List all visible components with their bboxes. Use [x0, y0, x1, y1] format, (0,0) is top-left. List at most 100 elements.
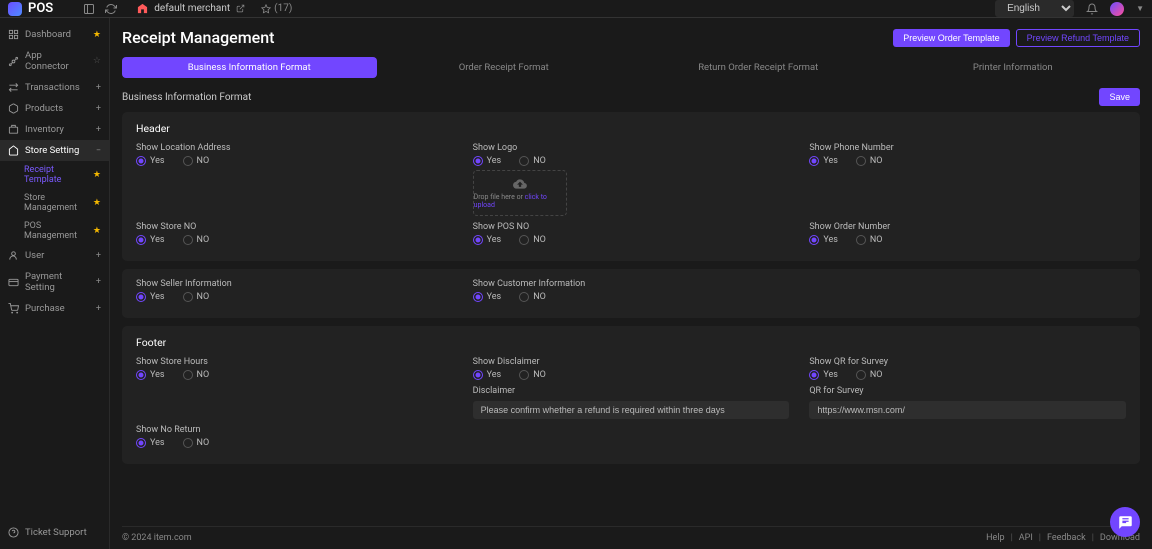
sidebar-item-payment-setting[interactable]: Payment Setting +: [0, 266, 109, 298]
show-qr-label: Show QR for Survey: [809, 357, 1126, 367]
dashboard-icon: [8, 29, 19, 40]
show-location-label: Show Location Address: [136, 143, 453, 153]
expand-icon: +: [96, 304, 101, 314]
expand-icon: +: [96, 277, 101, 287]
show-order-no-yes[interactable]: Yes: [809, 235, 838, 245]
show-customer-no[interactable]: NO: [519, 292, 546, 302]
show-logo-no[interactable]: NO: [519, 156, 546, 166]
save-button[interactable]: Save: [1099, 88, 1140, 106]
info-card: Show Seller Information Yes NO Show Cust…: [122, 269, 1140, 318]
sidebar-item-ticket-support[interactable]: Ticket Support: [0, 522, 109, 543]
connector-icon: [8, 56, 19, 67]
sidebar-toggle-icon[interactable]: [83, 3, 95, 15]
show-store-hours-no[interactable]: NO: [183, 370, 210, 380]
preview-order-button[interactable]: Preview Order Template: [893, 29, 1009, 47]
show-pos-no-yes[interactable]: Yes: [473, 235, 502, 245]
show-phone-yes[interactable]: Yes: [809, 156, 838, 166]
disclaimer-input[interactable]: [473, 401, 790, 419]
show-customer-yes[interactable]: Yes: [473, 292, 502, 302]
home-icon[interactable]: [137, 3, 148, 14]
tab-return-order[interactable]: Return Order Receipt Format: [631, 57, 886, 78]
show-phone-no[interactable]: NO: [856, 156, 883, 166]
star-icon[interactable]: ★: [93, 226, 101, 236]
footer-link-feedback[interactable]: Feedback: [1047, 533, 1086, 543]
tab-printer-info[interactable]: Printer Information: [886, 57, 1141, 78]
show-no-return-label: Show No Return: [136, 425, 453, 435]
footer-link-api[interactable]: API: [1019, 533, 1033, 543]
sidebar-item-purchase[interactable]: Purchase +: [0, 298, 109, 319]
header-card-title: Header: [136, 122, 1126, 135]
refresh-icon[interactable]: [105, 3, 117, 15]
sidebar-item-inventory[interactable]: Inventory +: [0, 119, 109, 140]
favorites-count[interactable]: (17): [261, 3, 292, 14]
sidebar-item-store-management[interactable]: Store Management ★: [0, 189, 109, 217]
expand-icon: +: [96, 125, 101, 135]
logo-text: POS: [28, 1, 53, 16]
show-store-hours-yes[interactable]: Yes: [136, 370, 165, 380]
show-logo-label: Show Logo: [473, 143, 790, 153]
show-order-no-no[interactable]: NO: [856, 235, 883, 245]
show-seller-no[interactable]: NO: [183, 292, 210, 302]
sidebar-item-user[interactable]: User +: [0, 245, 109, 266]
logo-upload[interactable]: Drop file here or click to upload: [473, 170, 567, 216]
sidebar-item-dashboard[interactable]: Dashboard ★: [0, 24, 109, 45]
sidebar-item-pos-management[interactable]: POS Management ★: [0, 217, 109, 245]
qr-input-label: QR for Survey: [809, 386, 1126, 396]
preview-refund-button[interactable]: Preview Refund Template: [1016, 29, 1140, 47]
show-disclaimer-yes[interactable]: Yes: [473, 370, 502, 380]
show-qr-no[interactable]: NO: [856, 370, 883, 380]
expand-icon: +: [96, 83, 101, 93]
show-location-no[interactable]: NO: [183, 156, 210, 166]
expand-icon: +: [96, 251, 101, 261]
tab-order-receipt[interactable]: Order Receipt Format: [377, 57, 632, 78]
collapse-icon: −: [96, 146, 101, 156]
footer-card-title: Footer: [136, 336, 1126, 349]
qr-input[interactable]: [809, 401, 1126, 419]
show-logo-yes[interactable]: Yes: [473, 156, 502, 166]
purchase-icon: [8, 303, 19, 314]
products-icon: [8, 103, 19, 114]
header-card: Header Show Location Address Yes NO Show…: [122, 112, 1140, 261]
page-title-row: Receipt Management Preview Order Templat…: [122, 28, 1140, 47]
show-store-no-yes[interactable]: Yes: [136, 235, 165, 245]
transactions-icon: [8, 82, 19, 93]
chat-fab[interactable]: [1110, 507, 1140, 537]
logo-icon: [8, 2, 22, 16]
external-link-icon[interactable]: [236, 4, 245, 13]
star-icon[interactable]: ☆: [93, 56, 101, 66]
star-icon[interactable]: ★: [93, 30, 101, 40]
show-qr-yes[interactable]: Yes: [809, 370, 838, 380]
expand-icon: +: [96, 104, 101, 114]
user-icon: [8, 250, 19, 261]
show-customer-label: Show Customer Information: [473, 279, 790, 289]
avatar[interactable]: [1110, 2, 1124, 16]
user-menu-chevron[interactable]: ▼: [1136, 4, 1144, 13]
copyright: © 2024 item.com: [122, 533, 192, 543]
show-pos-no-no[interactable]: NO: [519, 235, 546, 245]
tab-business-info[interactable]: Business Information Format: [122, 57, 377, 78]
star-icon[interactable]: ★: [93, 198, 101, 208]
main-content: Receipt Management Preview Order Templat…: [110, 18, 1152, 549]
show-no-return-no[interactable]: NO: [183, 438, 210, 448]
sidebar-item-store-setting[interactable]: Store Setting −: [0, 140, 109, 161]
sidebar-item-app-connector[interactable]: App Connector ☆: [0, 45, 109, 77]
page-title: Receipt Management: [122, 28, 274, 47]
sidebar-item-products[interactable]: Products +: [0, 98, 109, 119]
show-phone-label: Show Phone Number: [809, 143, 1126, 153]
star-icon[interactable]: ★: [93, 170, 101, 180]
sidebar-item-transactions[interactable]: Transactions +: [0, 77, 109, 98]
bell-icon[interactable]: [1086, 3, 1098, 15]
sidebar-item-receipt-template[interactable]: Receipt Template ★: [0, 161, 109, 189]
language-select[interactable]: English: [995, 0, 1074, 17]
logo-area: POS: [8, 1, 53, 16]
sidebar: Dashboard ★ App Connector ☆ Transactions…: [0, 18, 110, 549]
chat-icon: [1118, 515, 1133, 530]
show-disclaimer-no[interactable]: NO: [519, 370, 546, 380]
merchant-name[interactable]: default merchant: [154, 3, 230, 14]
show-seller-yes[interactable]: Yes: [136, 292, 165, 302]
show-location-yes[interactable]: Yes: [136, 156, 165, 166]
footer-link-help[interactable]: Help: [986, 533, 1004, 543]
show-store-no-label: Show Store NO: [136, 222, 453, 232]
show-store-no-no[interactable]: NO: [183, 235, 210, 245]
show-no-return-yes[interactable]: Yes: [136, 438, 165, 448]
